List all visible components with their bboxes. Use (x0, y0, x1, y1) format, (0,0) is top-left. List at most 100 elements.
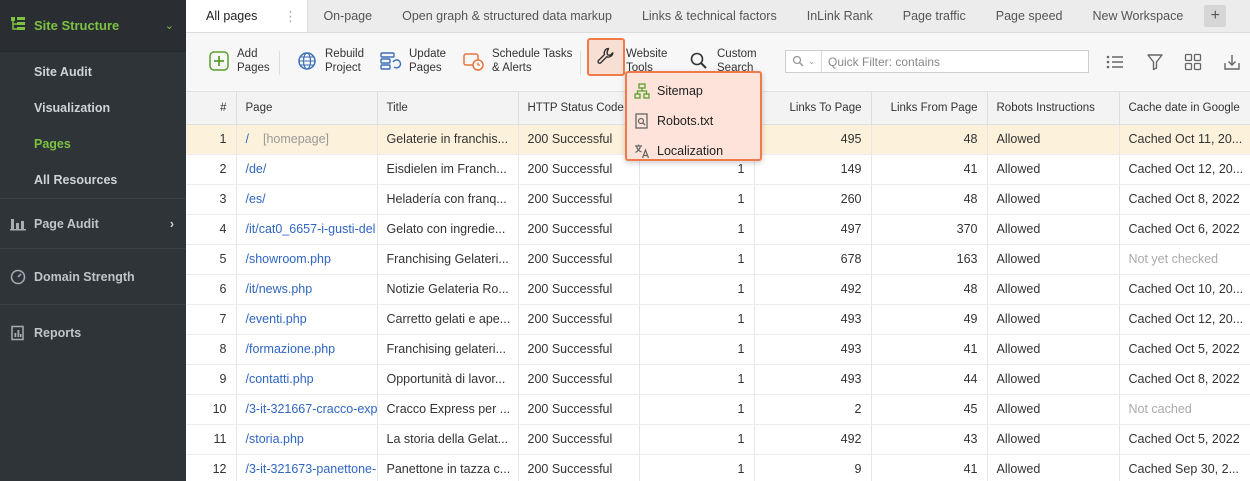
update-pages-button[interactable]: Update Pages (380, 47, 446, 75)
links-to-page-cell: 493 (754, 364, 872, 395)
chevron-down-icon: ⌄ (164, 20, 174, 32)
page-url-cell-text[interactable]: /3-it-321667-cracco-exp (246, 402, 377, 416)
sidebar-section-domain-strength[interactable]: Domain Strength (0, 248, 186, 304)
translate-icon (634, 143, 650, 159)
page-url-cell-text[interactable]: /formazione.php (246, 342, 336, 356)
links-from-page-cell-text: 163 (956, 252, 978, 266)
cache-date-cell: Not yet checked (1119, 244, 1250, 275)
grid-view-icon[interactable] (1183, 52, 1203, 72)
add-pages-button[interactable]: Add Pages (208, 47, 270, 75)
links-to-page-cell-text: 149 (840, 162, 862, 176)
table-row[interactable]: 12/3-it-321673-panettone- Panettone in ta… (186, 454, 1250, 481)
rebuild-project-button[interactable]: Rebuild Project (296, 47, 364, 75)
column-header[interactable]: Page (236, 92, 378, 125)
table-row[interactable]: 10/3-it-321667-cracco-exp Cracco Express … (186, 394, 1250, 425)
row-number: 10 (186, 394, 237, 425)
robots-cell: Allowed (987, 214, 1120, 245)
column-header[interactable]: HTTP Status Code (518, 92, 640, 125)
menu-item-sitemap[interactable]: Sitemap (627, 76, 760, 106)
page-url-cell-text[interactable]: /storia.php (246, 432, 304, 446)
row-number-text: 2 (219, 162, 227, 176)
table-row[interactable]: 7/eventi.php Carretto gelati e ape... 200 … (186, 304, 1250, 335)
tab-links-technical[interactable]: Links & technical factors (627, 0, 792, 32)
status-code-cell: 200 Successful (518, 394, 640, 425)
add-tab-button[interactable]: + (1204, 5, 1227, 27)
column-header[interactable]: Links From Page (871, 92, 988, 125)
page-url-cell-text[interactable]: /eventi.php (246, 312, 307, 326)
table-row[interactable]: 9/contatti.php Opportunità di lavor... 200… (186, 364, 1250, 395)
page-url-cell-text[interactable]: /showroom.php (246, 252, 331, 266)
cache-date-cell: Cached Oct 12, 20... (1119, 154, 1250, 185)
row-number-text: 5 (219, 252, 227, 266)
quick-filter-input[interactable] (822, 51, 1088, 72)
tab-on-page[interactable]: On-page (308, 0, 387, 32)
page-url-cell-text[interactable]: /it/cat0_6657-i-gusti-del (246, 222, 376, 236)
list-view-icon[interactable] (1105, 52, 1125, 72)
sidebar-item-site-audit[interactable]: Site Audit (0, 54, 186, 90)
column-header[interactable]: Title (377, 92, 519, 125)
column-header[interactable]: # (186, 92, 237, 125)
more-vertical-icon[interactable]: ⋮ (283, 8, 297, 25)
links-from-page-cell: 41 (871, 154, 988, 185)
sidebar-item-all-resources[interactable]: All Resources (0, 162, 186, 198)
robots-cell-text: Allowed (996, 282, 1041, 296)
title-cell-text: Franchising Gelateri... (386, 252, 509, 266)
page-url-cell: /showroom.php (236, 244, 378, 275)
cache-date-cell-text: Cached Oct 8, 2022 (1128, 192, 1240, 206)
row-number-text: 11 (213, 432, 227, 446)
tab-inlink-rank[interactable]: InLink Rank (792, 0, 888, 32)
sidebar-section-reports[interactable]: Reports (0, 304, 186, 360)
table-row[interactable]: 3/es/Heladería con franq... 200 Successfu… (186, 184, 1250, 215)
tab-page-speed[interactable]: Page speed (981, 0, 1078, 32)
row-number-text: 12 (212, 462, 227, 476)
title-cell: Franchising gelateri... (377, 334, 519, 365)
page-url-cell-text[interactable]: /3-it-321673-panettone- (246, 462, 377, 476)
title-cell-text: Heladería con franq... (386, 192, 507, 206)
column-header[interactable]: Links To Page (754, 92, 872, 125)
table-row[interactable]: 4/it/cat0_6657-i-gusti-del Gelato con ing… (186, 214, 1250, 245)
robots-cell-text: Allowed (996, 192, 1041, 206)
tab-all-pages[interactable]: All pages ⋮ (186, 0, 309, 32)
filter-icon[interactable] (1145, 52, 1165, 72)
table-row[interactable]: 6/it/news.php Notizie Gelateria Ro... 200 … (186, 274, 1250, 305)
schedule-tasks-button[interactable]: Schedule Tasks & Alerts (463, 47, 572, 75)
schedule-icon (463, 50, 485, 72)
sidebar-header-site-structure[interactable]: Site Structure ⌄ (0, 0, 186, 52)
tab-open-graph[interactable]: Open graph & structured data markup (387, 0, 627, 32)
tab-page-traffic[interactable]: Page traffic (888, 0, 981, 32)
cache-date-cell: Cached Oct 5, 2022 (1119, 424, 1250, 455)
page-url-cell: /it/news.php (236, 274, 378, 305)
count-cell: 1 (639, 304, 755, 335)
sidebar-section-page-audit[interactable]: Page Audit › (0, 198, 186, 248)
website-tools-button[interactable] (587, 38, 625, 76)
export-icon[interactable] (1222, 52, 1242, 72)
cache-date-cell: Cached Oct 6, 2022 (1119, 214, 1250, 245)
column-header[interactable]: Robots Instructions (987, 92, 1120, 125)
robots-cell-text: Allowed (996, 252, 1041, 266)
links-from-page-cell-text: 48 (963, 282, 978, 296)
page-url-cell-text[interactable]: /contatti.php (246, 372, 314, 386)
page-url-cell-text[interactable]: / (246, 132, 249, 146)
page-url-cell-text[interactable]: /es/ (246, 192, 266, 206)
table-row[interactable]: 11/storia.php La storia della Gelat... 200… (186, 424, 1250, 455)
page-url-cell: / [homepage] (236, 124, 378, 155)
tab-new-workspace[interactable]: New Workspace (1078, 0, 1199, 32)
robots-cell-text: Allowed (996, 462, 1041, 476)
sidebar-item-pages[interactable]: Pages (0, 126, 186, 162)
links-to-page-cell: 260 (754, 184, 872, 215)
table-row[interactable]: 8/formazione.php Franchising gelateri... 2… (186, 334, 1250, 365)
sidebar-item-visualization[interactable]: Visualization (0, 90, 186, 126)
links-from-page-cell: 48 (871, 124, 988, 155)
row-number-text: 7 (219, 312, 227, 326)
page-url-cell-text[interactable]: /it/news.php (246, 282, 313, 296)
menu-item-robots[interactable]: Robots.txt (627, 106, 760, 136)
sitemap-icon (634, 83, 650, 99)
filter-mode-dropdown[interactable]: ⌄ (786, 51, 822, 72)
column-header[interactable]: Cache date in Google (1119, 92, 1250, 125)
plus-circle-icon (208, 50, 230, 72)
menu-item-localization[interactable]: Localization (627, 136, 760, 166)
table-row[interactable]: 5/showroom.php Franchising Gelateri... 200… (186, 244, 1250, 275)
page-url-cell-text[interactable]: /de/ (246, 162, 267, 176)
links-to-page-cell: 492 (754, 274, 872, 305)
title-cell: Carretto gelati e ape... (377, 304, 519, 335)
